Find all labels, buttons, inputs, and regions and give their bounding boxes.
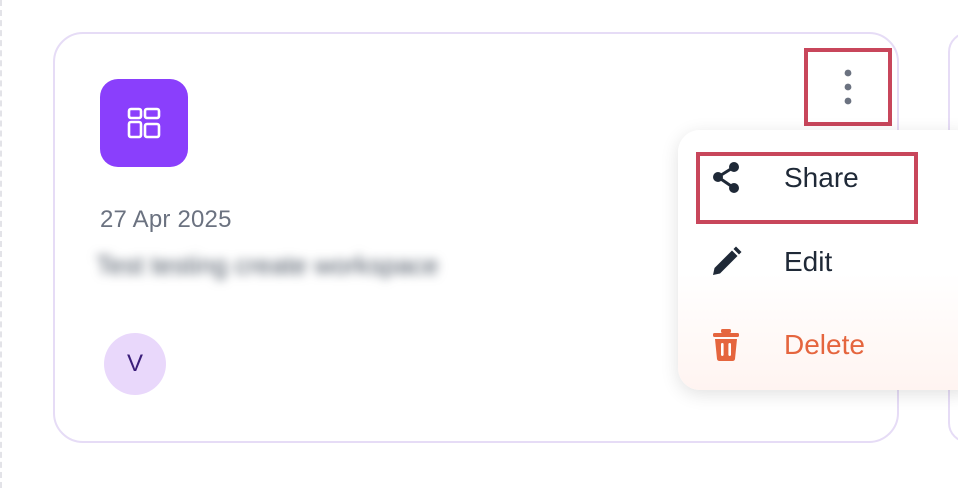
menu-item-edit[interactable]: Edit — [678, 232, 958, 292]
menu-item-label: Share — [784, 162, 859, 193]
more-options-button[interactable] — [804, 48, 892, 126]
menu-item-share[interactable]: Share — [678, 148, 958, 208]
card-date: 27 Apr 2025 — [100, 206, 232, 233]
options-menu: Share Edit Delete — [678, 130, 958, 390]
avatar-initial: V — [126, 350, 143, 377]
pencil-icon — [706, 242, 746, 282]
trash-icon — [706, 325, 746, 365]
card-title[interactable]: Test testing create workspace — [96, 250, 439, 281]
menu-item-label: Edit — [784, 246, 833, 277]
avatar[interactable]: V — [104, 333, 166, 395]
menu-item-delete[interactable]: Delete — [678, 315, 958, 375]
grid-dashboard-icon — [127, 107, 161, 139]
page-guide-line — [0, 0, 2, 488]
share-icon — [706, 158, 746, 198]
menu-item-label: Delete — [784, 329, 865, 360]
kebab-menu-icon — [844, 69, 852, 105]
workspace-app-icon — [100, 79, 188, 167]
